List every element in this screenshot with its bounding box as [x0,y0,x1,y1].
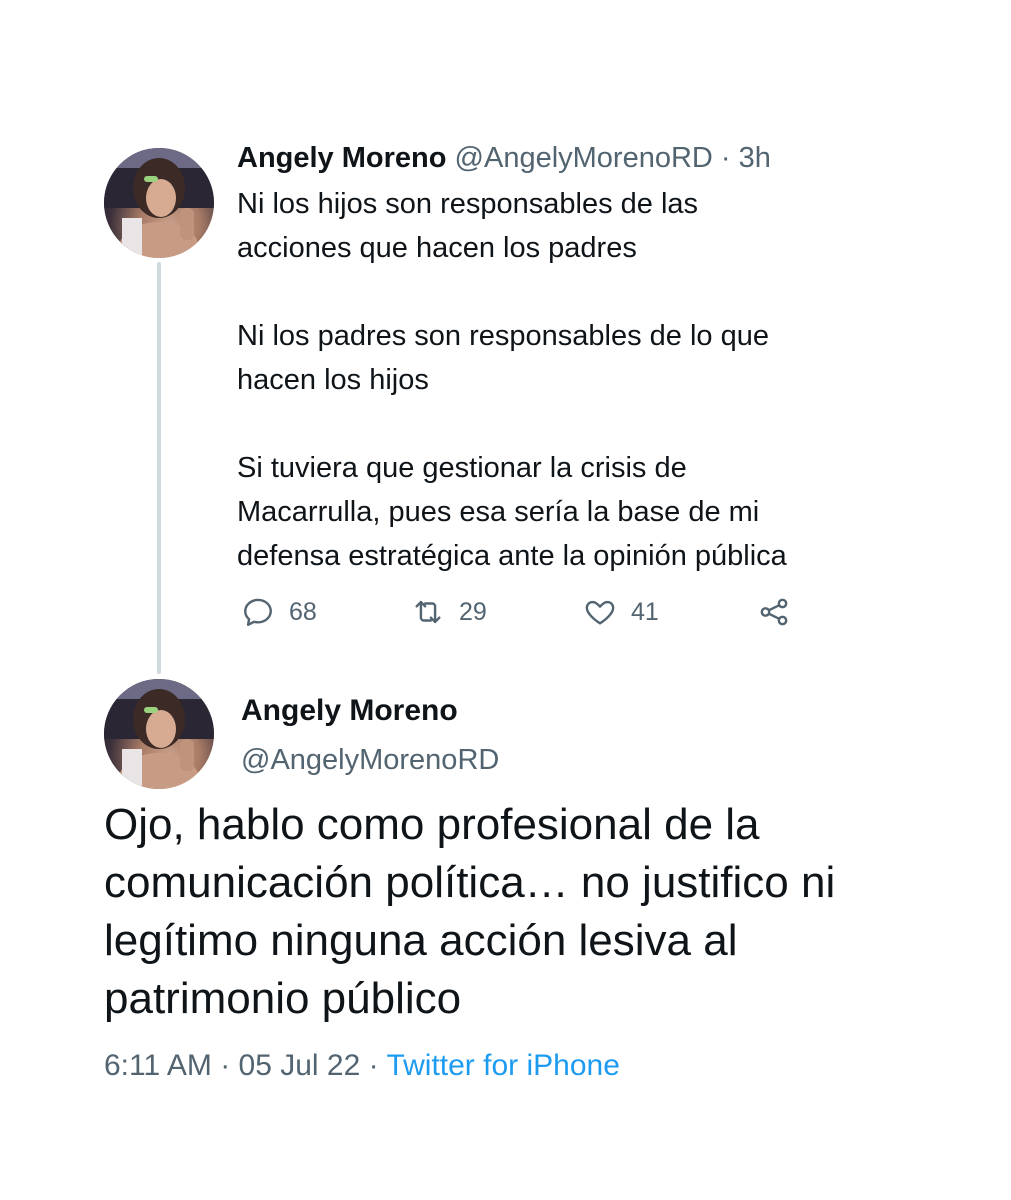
tweet-text-line: legítimo ninguna acción lesiva al [104,916,738,965]
thread-line [157,262,161,674]
share-button[interactable] [757,590,791,634]
like-count: 41 [631,597,659,626]
display-name[interactable]: Angely Moreno [237,142,446,174]
handle[interactable]: @AngelyMorenoRD [241,739,499,781]
reply-button[interactable]: 68 [241,590,317,634]
retweet-icon [415,600,441,624]
tweet-source-link[interactable]: Twitter for iPhone [386,1049,619,1082]
handle[interactable]: @AngelyMorenoRD [455,142,713,174]
tweet-text-line: Macarrulla, pues esa sería la base de mi [237,496,760,528]
tweet-text-line: Ni los hijos son responsables de las [237,188,699,220]
retweet-count: 29 [459,597,487,626]
tweet-text-line: Ni los padres son responsables de lo que [237,320,769,352]
tweet-text-line: patrimonio público [104,974,462,1023]
tweet-actions: 68 29 41 [237,590,857,634]
display-name[interactable]: Angely Moreno [241,690,458,732]
tweet-text-line: Si tuviera que gestionar la crisis de [237,452,687,484]
tweet-text: Ojo, hablo como profesional de la comuni… [104,796,984,1028]
avatar[interactable] [104,148,214,258]
avatar[interactable] [104,679,214,789]
reply-count: 68 [289,597,317,626]
tweet-text-line: acciones que hacen los padres [237,232,637,264]
share-icon [760,598,788,626]
tweet-text-line: defensa estratégica ante la opinión públ… [237,540,787,572]
tweet-date[interactable]: 05 Jul 22 [239,1049,361,1082]
tweet-text: Ni los hijos son responsables de las acc… [237,182,937,578]
tweet-text-line: hacen los hijos [237,364,429,396]
like-button[interactable]: 41 [583,590,659,634]
separator: · [368,1049,379,1082]
tweet-text-line: Ojo, hablo como profesional de la [104,800,760,849]
tweet-header: Angely Moreno @AngelyMorenoRD · 3h [237,138,771,178]
reply-icon [244,598,272,626]
timestamp[interactable]: 3h [739,142,771,174]
tweet-meta: 6:11 AM · 05 Jul 22 · Twitter for iPhone [104,1044,620,1088]
tweet-time[interactable]: 6:11 AM [104,1049,212,1082]
retweet-button[interactable]: 29 [411,590,487,634]
separator: · [720,142,731,174]
tweet-text-line: comunicación política… no justifico ni [104,858,836,907]
heart-icon [585,600,615,625]
separator: · [220,1049,231,1082]
